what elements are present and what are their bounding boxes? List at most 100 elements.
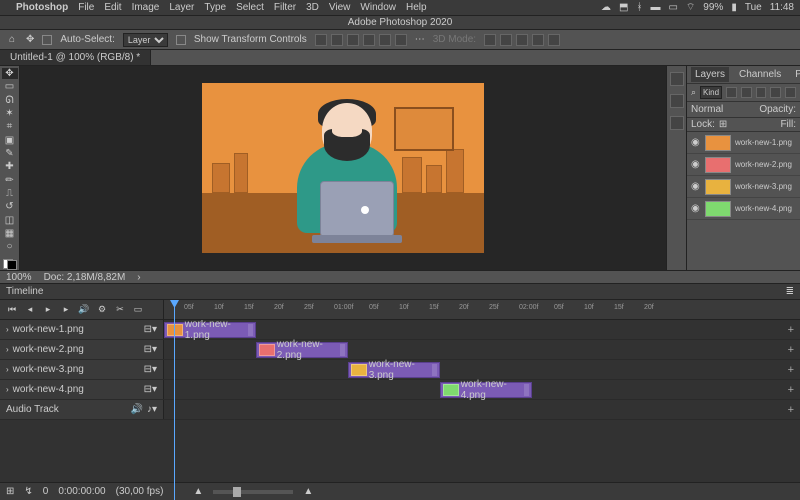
- clip-handle[interactable]: [340, 344, 345, 356]
- zoom-out-icon[interactable]: ▲: [193, 486, 203, 497]
- lock-all-icon[interactable]: ⊞: [719, 119, 727, 130]
- align-bottom-icon[interactable]: [395, 34, 407, 46]
- menu-layer[interactable]: Layer: [169, 2, 194, 13]
- track-filmstrip-icon[interactable]: ⊟▾: [144, 324, 157, 335]
- panel-menu-icon[interactable]: ≣: [786, 286, 794, 297]
- add-media-button[interactable]: +: [788, 324, 794, 336]
- chevron-right-icon[interactable]: ›: [6, 325, 9, 334]
- chevron-right-icon[interactable]: ›: [6, 365, 9, 374]
- track-header[interactable]: › work-new-1.png ⊟▾: [0, 320, 164, 339]
- filter-smart-icon[interactable]: [785, 87, 796, 98]
- zoom-slider[interactable]: [213, 490, 293, 494]
- align-center-v-icon[interactable]: [379, 34, 391, 46]
- layer-thumbnail[interactable]: [705, 157, 731, 173]
- menu-3d[interactable]: 3D: [306, 2, 319, 13]
- chevron-right-icon[interactable]: ›: [137, 272, 140, 283]
- wand-tool[interactable]: ✶: [2, 108, 18, 119]
- clip-handle[interactable]: [524, 384, 529, 396]
- video-clip[interactable]: work-new-1.png: [164, 322, 256, 338]
- convert-frames-icon[interactable]: ⊞: [6, 486, 14, 497]
- menu-window[interactable]: Window: [360, 2, 396, 13]
- visibility-icon[interactable]: ◉: [691, 181, 701, 192]
- filter-pixel-icon[interactable]: [726, 87, 737, 98]
- align-right-icon[interactable]: [347, 34, 359, 46]
- add-media-button[interactable]: +: [788, 384, 794, 396]
- prev-frame-button[interactable]: ◂: [24, 304, 36, 316]
- layer-thumbnail[interactable]: [705, 179, 731, 195]
- add-media-button[interactable]: +: [788, 404, 794, 416]
- track-header[interactable]: › work-new-4.png ⊟▾: [0, 380, 164, 399]
- 3d-orbit-icon[interactable]: [484, 34, 496, 46]
- audio-icon[interactable]: 🔊: [131, 404, 143, 415]
- menu-type[interactable]: Type: [204, 2, 226, 13]
- document-canvas[interactable]: [202, 83, 484, 253]
- menu-help[interactable]: Help: [406, 2, 427, 13]
- menu-filter[interactable]: Filter: [274, 2, 296, 13]
- tab-layers[interactable]: Layers: [691, 67, 729, 82]
- layer-thumbnail[interactable]: [705, 201, 731, 217]
- eraser-tool[interactable]: ◫: [2, 215, 18, 226]
- brush-tool[interactable]: ✏: [2, 175, 18, 186]
- eyedropper-tool[interactable]: ✎: [2, 148, 18, 159]
- visibility-icon[interactable]: ◉: [691, 137, 701, 148]
- mute-button[interactable]: 🔊: [78, 304, 90, 316]
- gradient-tool[interactable]: ▦: [2, 228, 18, 239]
- swatches-panel-icon[interactable]: [670, 94, 684, 108]
- filter-shape-icon[interactable]: [770, 87, 781, 98]
- search-icon[interactable]: ⌕: [691, 87, 696, 98]
- menu-edit[interactable]: Edit: [104, 2, 121, 13]
- menu-file[interactable]: File: [78, 2, 94, 13]
- layer-thumbnail[interactable]: [705, 135, 731, 151]
- video-clip[interactable]: work-new-4.png: [440, 382, 532, 398]
- play-button[interactable]: ▸: [42, 304, 54, 316]
- timeline-tab[interactable]: Timeline: [6, 286, 43, 297]
- add-media-button[interactable]: +: [788, 364, 794, 376]
- track-header[interactable]: Audio Track 🔊 ♪▾: [0, 400, 164, 419]
- split-clip-button[interactable]: ✂: [114, 304, 126, 316]
- healing-tool[interactable]: ✚: [2, 161, 18, 172]
- timeline-options-icon[interactable]: ⚙: [96, 304, 108, 316]
- frame-tool[interactable]: ▣: [2, 135, 18, 146]
- next-frame-button[interactable]: ▸: [60, 304, 72, 316]
- auto-select-dropdown[interactable]: Layer: [123, 33, 168, 47]
- track-header[interactable]: › work-new-3.png ⊟▾: [0, 360, 164, 379]
- align-top-icon[interactable]: [363, 34, 375, 46]
- layer-row[interactable]: ◉ work-new-2.png: [687, 154, 800, 176]
- 3d-slide-icon[interactable]: [532, 34, 544, 46]
- track-header[interactable]: › work-new-2.png ⊟▾: [0, 340, 164, 359]
- filter-kind-dropdown[interactable]: Kind: [700, 86, 722, 99]
- auto-select-checkbox[interactable]: [42, 35, 52, 45]
- track-filmstrip-icon[interactable]: ⊟▾: [144, 364, 157, 375]
- chevron-right-icon[interactable]: ›: [6, 385, 9, 394]
- filter-type-icon[interactable]: [756, 87, 767, 98]
- playhead[interactable]: [174, 300, 175, 500]
- zoom-in-icon[interactable]: ▲: [303, 486, 313, 497]
- libraries-panel-icon[interactable]: [670, 116, 684, 130]
- history-brush-tool[interactable]: ↺: [2, 201, 18, 212]
- home-icon[interactable]: ⌂: [6, 34, 18, 46]
- render-icon[interactable]: ↯: [24, 486, 32, 497]
- color-swatches[interactable]: [3, 259, 17, 270]
- color-panel-icon[interactable]: [670, 72, 684, 86]
- clip-handle[interactable]: [432, 364, 437, 376]
- 3d-roll-icon[interactable]: [500, 34, 512, 46]
- stamp-tool[interactable]: ⎍: [2, 188, 18, 199]
- clip-handle[interactable]: [248, 324, 253, 336]
- more-icon[interactable]: ⋯: [415, 34, 425, 45]
- add-media-button[interactable]: +: [788, 344, 794, 356]
- doc-size[interactable]: Doc: 2,18M/8,82M: [44, 272, 126, 283]
- zoom-level[interactable]: 100%: [6, 272, 32, 283]
- timeline-ruler[interactable]: 05f 10f 15f 20f 25f 01:00f 05f 10f 15f 2…: [164, 300, 800, 319]
- track-filmstrip-icon[interactable]: ⊟▾: [144, 384, 157, 395]
- menu-select[interactable]: Select: [236, 2, 264, 13]
- lasso-tool[interactable]: ᘏ: [2, 95, 18, 106]
- align-center-h-icon[interactable]: [331, 34, 343, 46]
- document-tab[interactable]: Untitled-1 @ 100% (RGB/8) *: [0, 50, 151, 65]
- chevron-right-icon[interactable]: ›: [6, 345, 9, 354]
- marquee-tool[interactable]: ▭: [2, 81, 18, 92]
- layer-row[interactable]: ◉ work-new-3.png: [687, 176, 800, 198]
- video-clip[interactable]: work-new-3.png: [348, 362, 440, 378]
- transition-button[interactable]: ▭: [132, 304, 144, 316]
- fps-label[interactable]: (30,00 fps): [116, 486, 164, 497]
- blend-mode-dropdown[interactable]: Normal: [691, 104, 723, 115]
